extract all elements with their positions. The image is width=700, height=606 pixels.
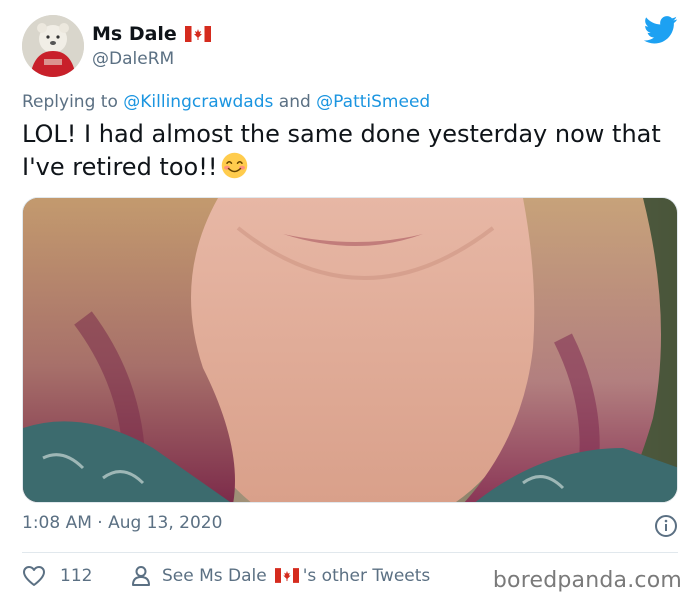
tweet-text: LOL! I had almost the same done yesterda… [22,118,682,184]
heart-icon [23,566,45,586]
canada-flag-icon [184,26,211,42]
twitter-bird-icon[interactable] [643,16,678,44]
see-other-tweets-link[interactable]: See Ms Dale 's other Tweets [130,565,430,587]
like-button[interactable]: 112 [22,565,92,587]
divider [22,552,678,553]
reply-prefix: Replying to [22,92,118,112]
see-other-prefix: See Ms Dale [162,566,267,586]
mention-link[interactable]: @PattiSmeed [316,92,430,112]
author-handle[interactable]: @DaleRM [92,49,174,69]
reply-conjunction: and [278,92,311,112]
tweet-body: LOL! I had almost the same done yesterda… [22,120,661,181]
timestamp[interactable]: 1:08 AM · Aug 13, 2020 [22,513,222,533]
author-name-row[interactable]: Ms Dale [92,20,211,48]
watermark: boredpanda.com [492,568,682,593]
smiling-face-emoji-icon [221,152,248,179]
display-name[interactable]: Ms Dale [92,23,177,45]
like-count: 112 [60,566,93,586]
avatar-image [22,15,84,77]
see-other-suffix: 's other Tweets [302,566,431,586]
canada-flag-icon [274,568,301,584]
tweet-photo[interactable] [22,197,678,503]
person-icon [132,566,150,586]
photo-image [23,198,677,502]
mention-link[interactable]: @Killingcrawdads [123,92,273,112]
reply-context: Replying to @Killingcrawdads and @PattiS… [22,92,430,112]
info-icon[interactable] [654,514,678,538]
avatar[interactable] [22,15,84,77]
